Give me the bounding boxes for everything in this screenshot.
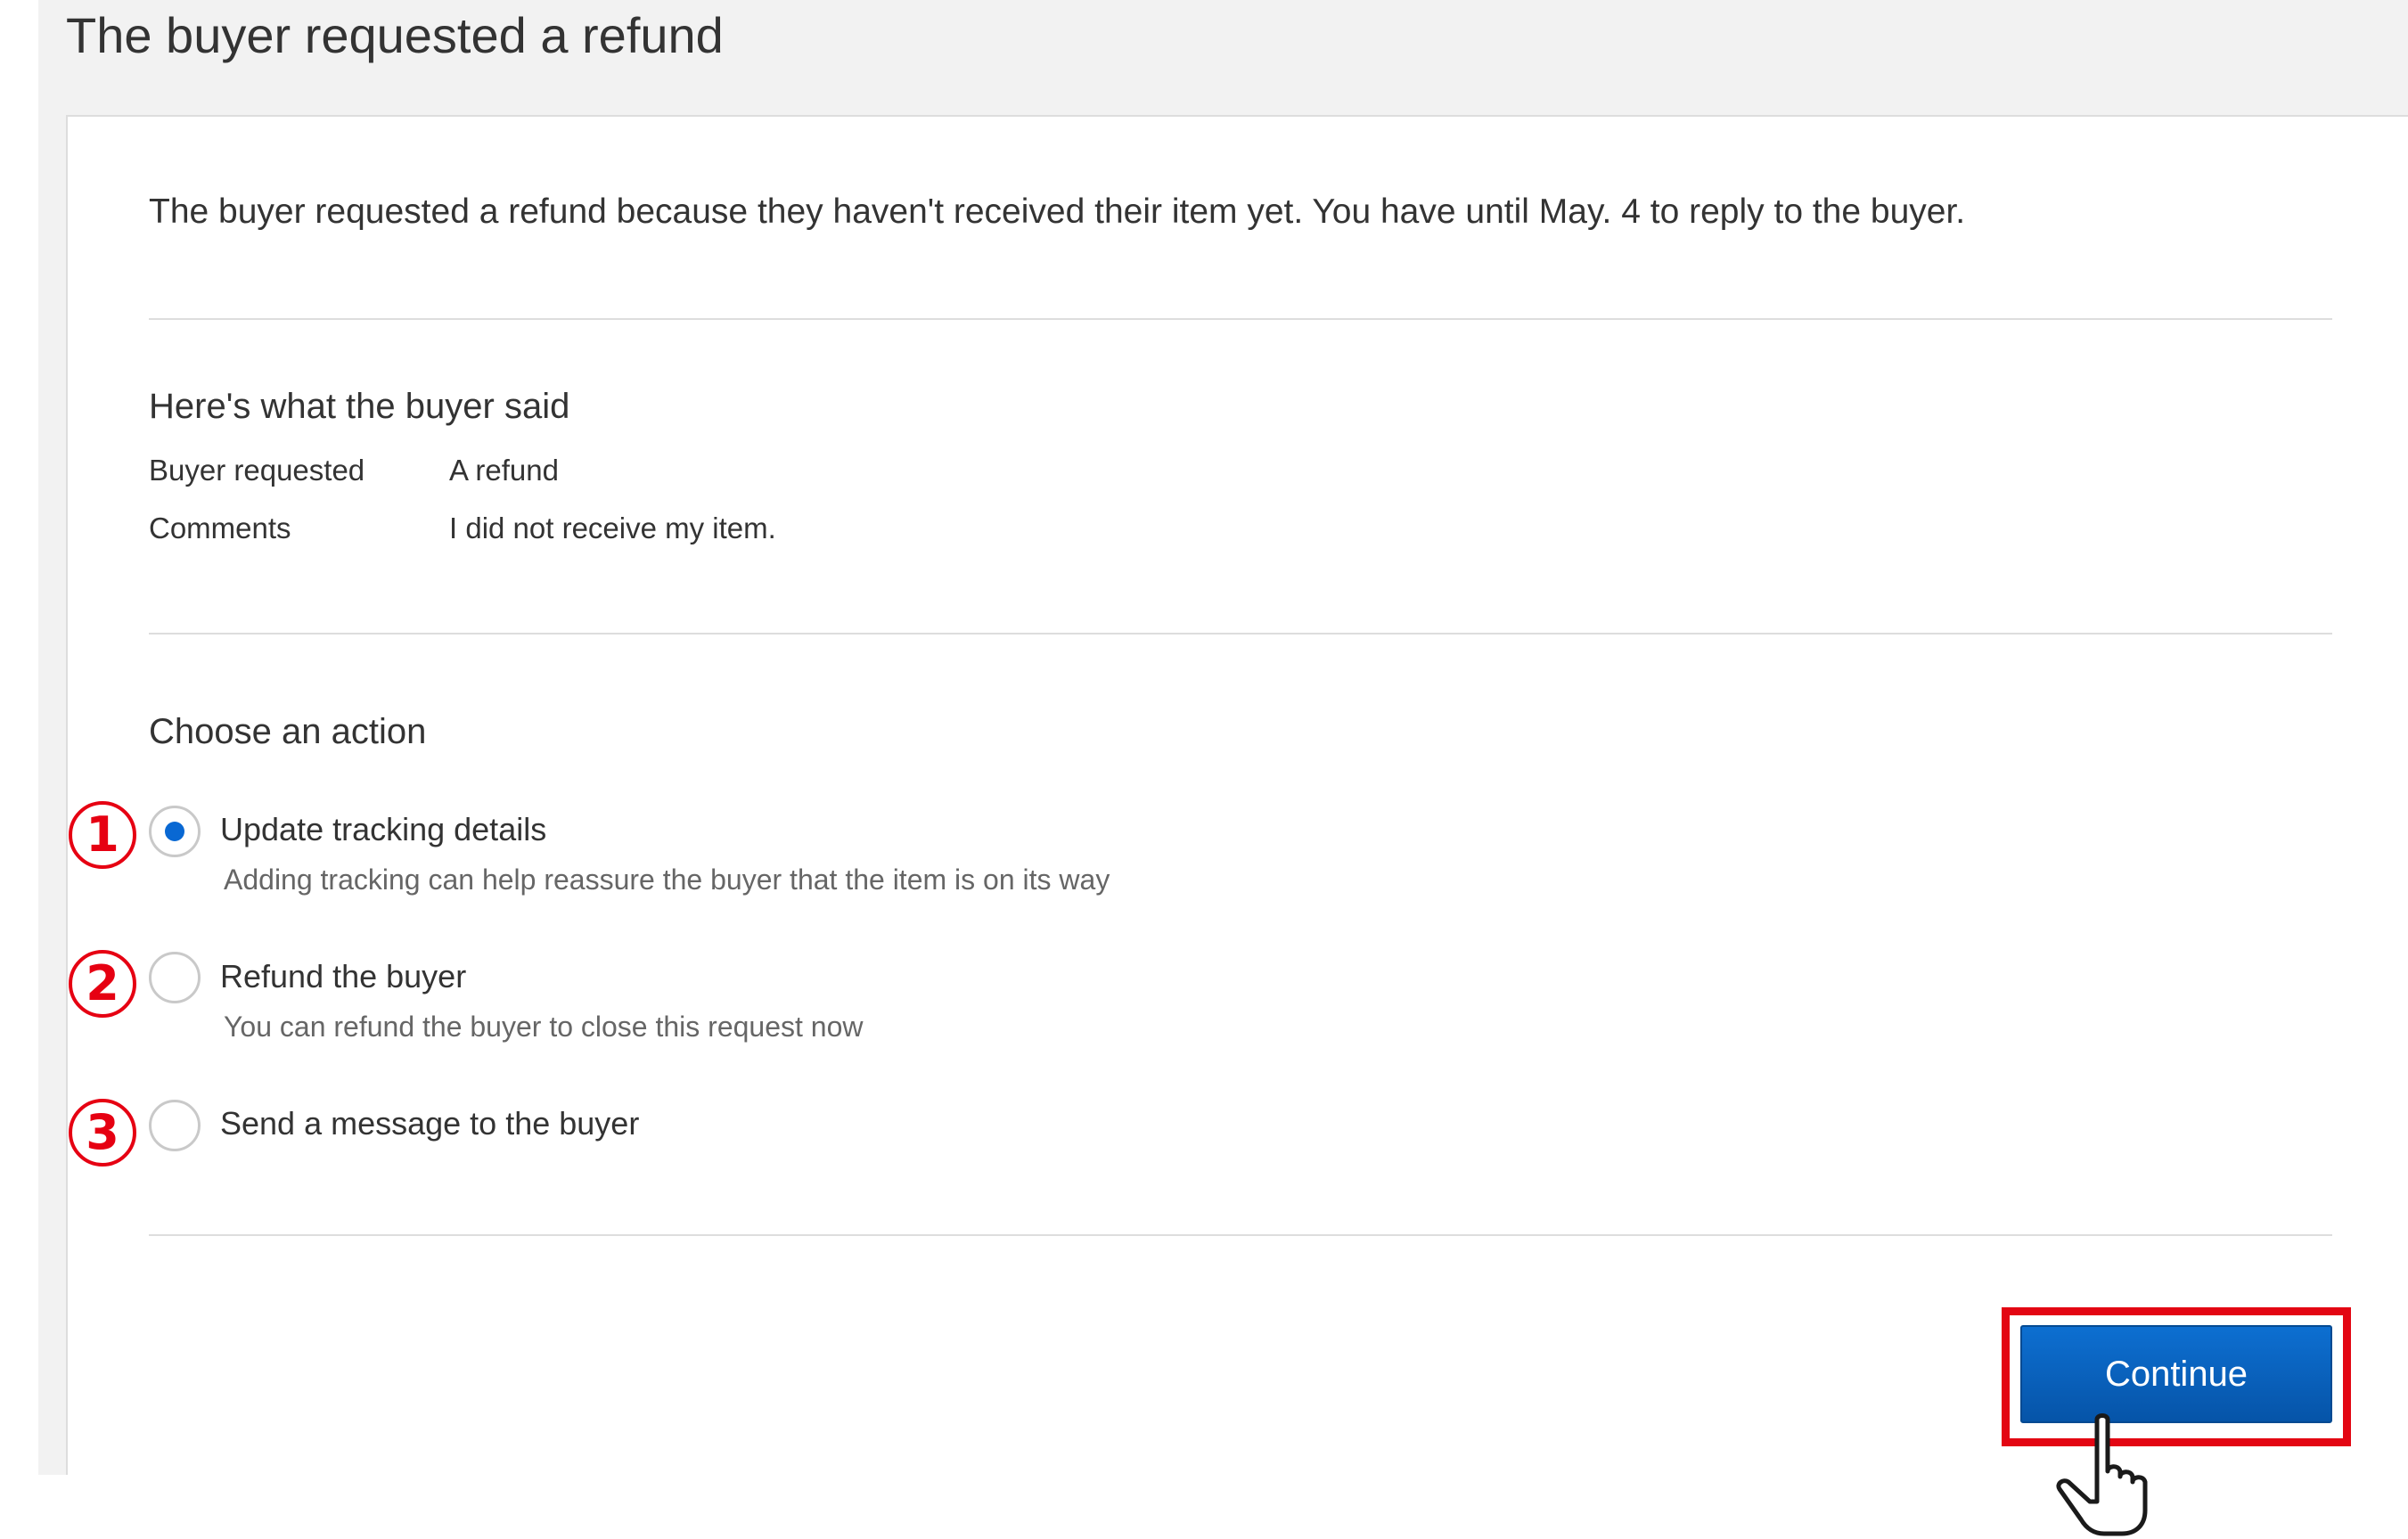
page: The buyer requested a refund The buyer r… (0, 0, 2408, 1539)
hand-pointer-icon (2056, 1413, 2148, 1536)
option-label-update-tracking[interactable]: Update tracking details (220, 809, 546, 850)
continue-button[interactable]: Continue (2020, 1325, 2332, 1423)
buyer-said-heading: Here's what the buyer said (149, 387, 570, 426)
intro-text: The buyer requested a refund because the… (149, 192, 1966, 231)
step-number-1: 1 (69, 801, 136, 869)
buyer-requested-label: Buyer requested (149, 454, 365, 487)
choose-action-heading: Choose an action (149, 712, 427, 751)
radio-refund-buyer[interactable] (149, 952, 201, 1003)
step-number-2: 2 (69, 950, 136, 1018)
step-number-3: 3 (69, 1099, 136, 1167)
option-hint-refund-buyer: You can refund the buyer to close this r… (224, 1011, 864, 1043)
comments-label: Comments (149, 512, 291, 544)
divider (149, 1234, 2332, 1236)
page-title: The buyer requested a refund (66, 7, 724, 63)
option-hint-update-tracking: Adding tracking can help reassure the bu… (224, 864, 1110, 896)
radio-update-tracking[interactable] (149, 806, 201, 857)
divider (149, 633, 2332, 634)
buyer-requested-value: A refund (449, 454, 559, 487)
radio-send-message[interactable] (149, 1100, 201, 1151)
option-label-refund-buyer[interactable]: Refund the buyer (220, 956, 466, 997)
option-label-send-message[interactable]: Send a message to the buyer (220, 1103, 639, 1144)
comments-value: I did not receive my item. (449, 512, 776, 544)
divider (149, 318, 2332, 320)
